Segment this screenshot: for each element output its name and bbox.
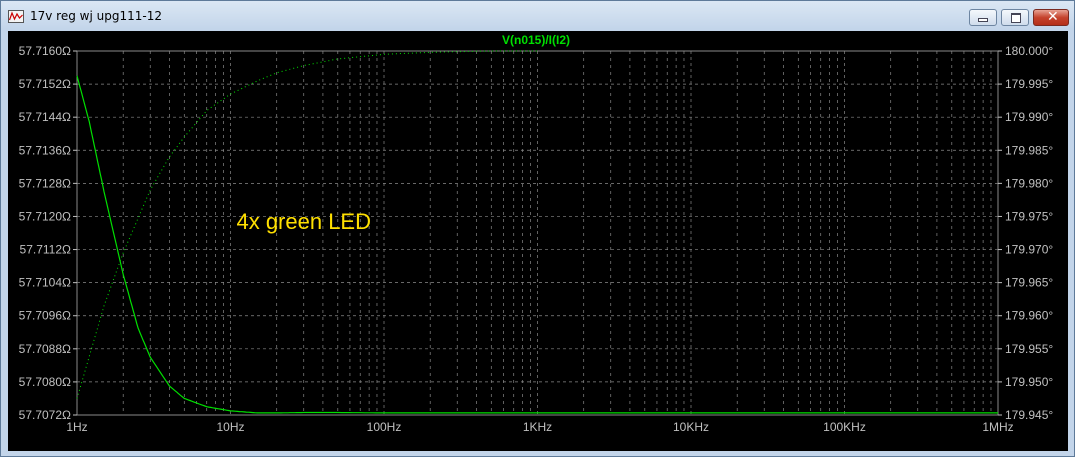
right-tick-label: 179.975° — [1005, 209, 1053, 223]
x-tick-label: 100KHz — [823, 420, 866, 434]
waveform-app-icon — [8, 10, 24, 23]
window-title: 17v reg wj upg111-12 — [30, 9, 162, 23]
left-tick-label: 57.7136Ω — [19, 143, 71, 157]
annotations: 4x green LED — [236, 209, 371, 234]
close-button[interactable]: ✕ — [1033, 9, 1069, 26]
left-tick-label: 57.7144Ω — [19, 110, 71, 124]
left-tick-label: 57.7160Ω — [19, 44, 71, 58]
left-tick-label: 57.7104Ω — [19, 276, 71, 290]
minimize-icon — [979, 19, 987, 21]
right-tick-label: 179.950° — [1005, 375, 1053, 389]
right-tick-label: 179.980° — [1005, 176, 1053, 190]
left-tick-label: 57.7152Ω — [19, 77, 71, 91]
minimize-button[interactable] — [969, 9, 997, 26]
x-tick-label: 100Hz — [367, 420, 402, 434]
left-axis: 57.7160Ω 57.7152Ω 57.7144Ω 57.7136Ω 57.7128Ω… — [19, 44, 77, 422]
right-tick-label: 179.965° — [1005, 276, 1053, 290]
left-tick-label: 57.7072Ω — [19, 408, 71, 422]
left-tick-label: 57.7088Ω — [19, 342, 71, 356]
left-tick-label: 57.7120Ω — [19, 209, 71, 223]
close-icon: ✕ — [1047, 9, 1059, 25]
grid — [76, 50, 999, 416]
x-axis: 1Hz 10Hz 100Hz 1KHz 10KHz 100KHz 1MHz — [66, 420, 1013, 434]
right-tick-label: 179.990° — [1005, 110, 1053, 124]
left-tick-label: 57.7096Ω — [19, 309, 71, 323]
chart-title: V(n015)/I(I2) — [502, 33, 570, 47]
x-tick-label: 10Hz — [216, 420, 244, 434]
left-tick-label: 57.7128Ω — [19, 176, 71, 190]
x-tick-label: 1KHz — [523, 420, 552, 434]
maximize-button[interactable] — [1001, 9, 1029, 26]
title-bar[interactable]: 17v reg wj upg111-12 ✕ — [1, 1, 1074, 31]
right-tick-label: 180.000° — [1005, 44, 1053, 58]
right-tick-label: 179.970° — [1005, 243, 1053, 257]
x-tick-label: 1Hz — [66, 420, 87, 434]
x-tick-label: 1MHz — [982, 420, 1013, 434]
plot-canvas[interactable]: 57.7160Ω 57.7152Ω 57.7144Ω 57.7136Ω 57.7128Ω… — [8, 31, 1068, 451]
left-tick-label: 57.7080Ω — [19, 375, 71, 389]
annotation-label: 4x green LED — [236, 209, 371, 234]
x-tick-label: 10KHz — [673, 420, 709, 434]
left-tick-label: 57.7112Ω — [20, 243, 71, 257]
waveform-window: 17v reg wj upg111-12 ✕ 57.7160Ω 57.7152Ω 5… — [0, 0, 1075, 457]
right-tick-label: 179.960° — [1005, 309, 1053, 323]
plot-pane[interactable]: 57.7160Ω 57.7152Ω 57.7144Ω 57.7136Ω 57.7128Ω… — [8, 31, 1068, 451]
maximize-icon — [1011, 13, 1021, 23]
right-tick-label: 179.985° — [1005, 143, 1053, 157]
right-axis: 180.000° 179.995° 179.990° 179.985° 179.980°… — [998, 44, 1053, 422]
right-tick-label: 179.955° — [1005, 342, 1053, 356]
right-tick-label: 179.995° — [1005, 77, 1053, 91]
